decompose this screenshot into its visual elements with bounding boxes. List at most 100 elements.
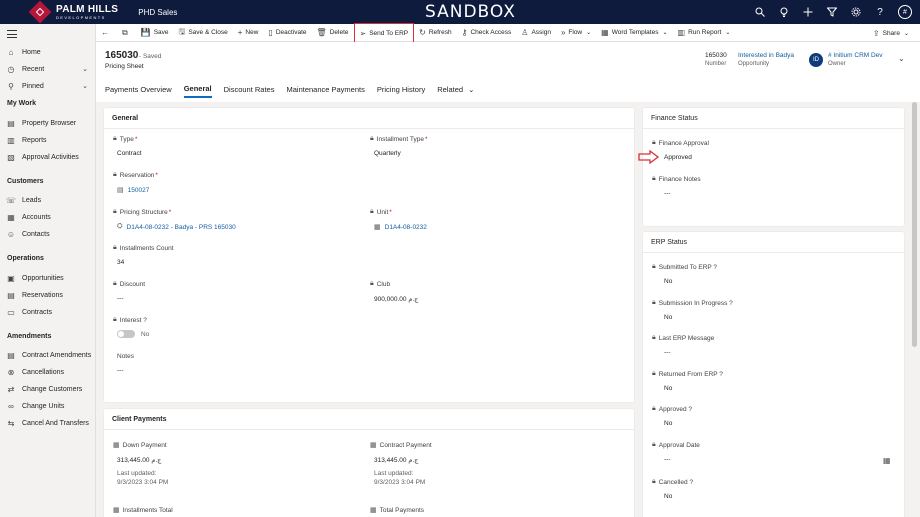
save-button[interactable]: 💾 Save [136, 24, 174, 42]
opportunity-link[interactable]: Interested in Badya [738, 52, 794, 59]
sidebar-item-property-browser[interactable]: ▤ Property Browser [6, 116, 92, 130]
interest-field: 🔒︎ Interest ? No [113, 316, 150, 338]
sidebar-item-contacts[interactable]: ☺ Contacts [6, 227, 92, 241]
finance-notes-field: 🔒︎ Finance Notes --- [652, 175, 701, 197]
sidebar-item-opportunities[interactable]: ▣ Opportunities [6, 271, 92, 285]
refresh-button[interactable]: ↻ Refresh [414, 24, 456, 42]
user-avatar[interactable]: # [898, 5, 912, 19]
finance-notes-value[interactable]: --- [652, 190, 701, 197]
approved-field: 🔒︎ Approved ? No [652, 405, 692, 427]
interest-toggle[interactable] [117, 330, 135, 338]
delete-button[interactable]: 🗑 Delete [312, 24, 354, 42]
help-icon[interactable]: ? [874, 6, 886, 18]
sidebar-item-accounts[interactable]: ▦ Accounts [6, 210, 92, 224]
logo-main-text: PALM HILLS [56, 3, 119, 15]
app-name[interactable]: PHD Sales [138, 8, 177, 17]
section-title: Finance Status [651, 115, 698, 122]
section-title: General [112, 115, 139, 122]
chevron-down-icon[interactable]: ⌄ [82, 65, 88, 73]
plus-icon[interactable] [802, 6, 814, 18]
flow-button[interactable]: » Flow ⌄ [556, 24, 596, 42]
word-templates-button[interactable]: ▦ Word Templates ⌄ [596, 24, 672, 42]
run-report-button[interactable]: ▥ Run Report ⌄ [673, 24, 736, 42]
browser-icon: ▤ [7, 118, 15, 128]
sidebar-item-change-customers[interactable]: ⇄ Change Customers [6, 382, 92, 396]
word-icon: ▦ [601, 28, 609, 37]
installments-total-field: ▦ Installments Total [113, 506, 173, 515]
owner-link[interactable]: # Initium CRM Dev [828, 52, 883, 59]
popout-button[interactable]: ⧉ [117, 24, 136, 42]
scrollbar[interactable] [912, 102, 917, 347]
sidebar-item-pinned[interactable]: ⚲ Pinned ⌄ [6, 79, 92, 93]
lock-icon: 🔒︎ [652, 478, 656, 485]
calendar-icon[interactable]: ▦ [883, 456, 891, 465]
tab-maintenance-payments[interactable]: Maintenance Payments [286, 80, 364, 98]
sidebar-item-leads[interactable]: ☏ Leads [6, 193, 92, 207]
club-value[interactable]: 900,000.00 ج.م [370, 295, 418, 303]
hamburger-menu-icon[interactable] [7, 30, 17, 38]
structure-icon: ⛭ [117, 223, 123, 230]
lock-icon: 🔒︎ [113, 171, 117, 178]
check-access-button[interactable]: ⚷ Check Access [457, 24, 517, 42]
sidebar-item-reports[interactable]: ▥ Reports [6, 133, 92, 147]
lock-icon: 🔒︎ [652, 441, 656, 448]
report-icon: ▥ [7, 135, 15, 145]
finance-approval-value[interactable]: Approved [652, 154, 709, 161]
save-icon: 💾 [140, 28, 151, 37]
send-icon: ➢ [359, 29, 367, 38]
save-close-button[interactable]: 🖫 Save & Close [174, 24, 233, 42]
new-button[interactable]: + New [233, 24, 264, 42]
installments-count-value[interactable]: 34 [113, 259, 174, 266]
chevron-down-icon: ⌄ [725, 30, 731, 36]
sidebar-item-change-units[interactable]: ∞ Change Units [6, 399, 92, 413]
sidebar-item-contract-amendments[interactable]: ▤ Contract Amendments [6, 348, 92, 362]
tab-payments-overview[interactable]: Payments Overview [105, 80, 172, 98]
discount-value[interactable]: --- [113, 295, 145, 302]
tab-pricing-history[interactable]: Pricing History [377, 80, 425, 98]
erp-status-section: ERP Status 🔒︎ Submitted To ERP ? No 🔒︎ Sub… [643, 232, 904, 517]
swap-icon: ⇄ [7, 384, 15, 394]
type-field: 🔒︎ Type * Contract [113, 135, 142, 157]
tab-related[interactable]: Related ⌄ [437, 80, 474, 98]
sidebar-item-cancellations[interactable]: ⊗ Cancellations [6, 365, 92, 379]
sidebar-item-home[interactable]: ⌂ Home [6, 45, 92, 59]
gear-icon[interactable] [850, 6, 862, 18]
contract-payment-value[interactable]: 313,445.00 ج.م [370, 456, 432, 464]
home-icon: ⌂ [8, 47, 14, 57]
header-expand-chevron-icon[interactable]: ⌄ [898, 54, 905, 63]
back-button[interactable]: ← [96, 24, 117, 42]
popout-icon: ⧉ [122, 27, 128, 37]
tab-discount-rates[interactable]: Discount Rates [224, 80, 275, 98]
refresh-icon: ↻ [419, 28, 426, 37]
sidebar-item-recent[interactable]: ◷ Recent ⌄ [6, 62, 92, 76]
tab-general[interactable]: General [183, 80, 212, 98]
flow-icon: » [560, 28, 566, 37]
record-header: 165030 - Saved Pricing Sheet 165030 Numb… [96, 42, 920, 102]
sidebar-item-approval-activities[interactable]: ▧ Approval Activities [6, 150, 92, 164]
lightbulb-icon[interactable] [778, 6, 790, 18]
sidebar-item-cancel-and-transfers[interactable]: ⇆ Cancel And Transfers [6, 416, 92, 430]
down-payment-value[interactable]: 313,445.00 ج.م [113, 456, 168, 464]
sidebar-group-operations: Operations [7, 255, 44, 262]
sidebar-item-contracts[interactable]: ▭ Contracts [6, 305, 92, 319]
type-value[interactable]: Contract [113, 150, 142, 157]
installment-type-value[interactable]: Quarterly [370, 150, 427, 157]
assign-button[interactable]: ♙ Assign [516, 24, 556, 42]
record-type: Pricing Sheet [105, 63, 144, 70]
unit-link[interactable]: D1A4-08-0232 [385, 224, 427, 231]
deactivate-button[interactable]: ▯ Deactivate [263, 24, 311, 42]
pricing-structure-link[interactable]: D1A4-08-0232 - Badya - PRS 165030 [127, 224, 236, 231]
finance-status-section: Finance Status 🔒︎ Finance Approval Approv… [643, 108, 904, 226]
chevron-down-icon[interactable]: ⌄ [82, 82, 88, 90]
palm-hills-logo[interactable]: PALM HILLS DEVELOPMENTS [28, 0, 119, 24]
record-icon: ▤ [117, 187, 124, 194]
discount-field: 🔒︎ Discount --- [113, 280, 146, 302]
reservation-link[interactable]: 150027 [128, 187, 150, 194]
search-icon[interactable] [754, 6, 766, 18]
save-close-icon: 🖫 [178, 26, 186, 36]
sidebar-item-reservations[interactable]: ▤ Reservations [6, 288, 92, 302]
notes-value[interactable]: --- [117, 367, 134, 374]
command-bar: ← ⧉ 💾 Save 🖫 Save & Close + New ▯ Deactivate… [96, 22, 920, 45]
filter-icon[interactable] [826, 6, 838, 18]
share-button[interactable]: ⇪ Share ⌄ [868, 24, 914, 42]
